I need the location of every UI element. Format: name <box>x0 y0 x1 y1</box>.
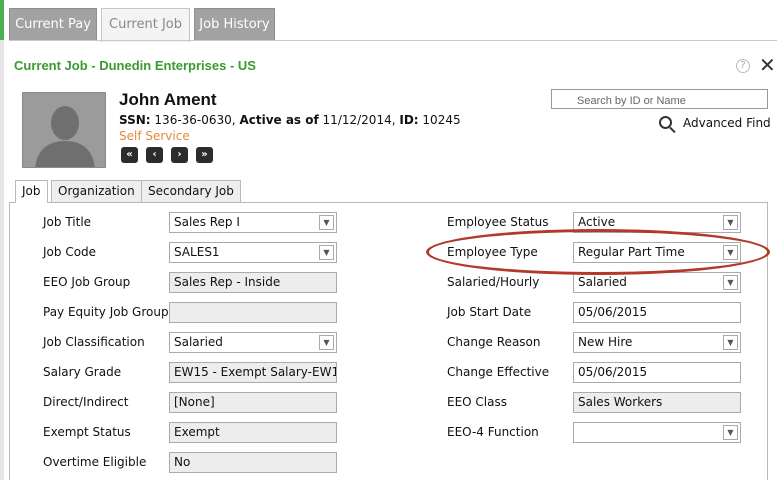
direct-indirect-field: [None] <box>169 392 337 413</box>
tab-organization[interactable]: Organization <box>51 180 142 202</box>
salary-grade-label: Salary Grade <box>43 365 122 379</box>
exempt-status-field: Exempt <box>169 422 337 443</box>
chevron-down-icon: ▼ <box>723 425 738 440</box>
left-edge-accent <box>0 0 4 40</box>
employee-type-label: Employee Type <box>447 245 538 259</box>
employee-type-value: Regular Part Time <box>578 245 685 259</box>
job-title-value: Sales Rep I <box>174 215 240 229</box>
active-date: 11/12/2014, <box>322 113 396 127</box>
ssn-label: SSN: <box>119 113 151 127</box>
overtime-eligible-field: No <box>169 452 337 473</box>
job-code-select[interactable]: SALES1 ▼ <box>169 242 337 263</box>
eeo-job-group-field: Sales Rep - Inside <box>169 272 337 293</box>
eeo-4-function-select[interactable]: ▼ <box>573 422 741 443</box>
employee-type-select[interactable]: Regular Part Time ▼ <box>573 242 741 263</box>
id-value: 10245 <box>422 113 461 127</box>
tab-current-job[interactable]: Current Job <box>101 8 190 42</box>
self-service-link[interactable]: Self Service <box>119 129 190 143</box>
tab-job-history[interactable]: Job History <box>194 8 275 40</box>
search-icon <box>659 116 672 129</box>
job-title-select[interactable]: Sales Rep I ▼ <box>169 212 337 233</box>
employee-meta: SSN: 136-36-0630, Active as of 11/12/201… <box>119 113 461 127</box>
avatar <box>22 92 106 168</box>
job-classification-select[interactable]: Salaried ▼ <box>169 332 337 353</box>
help-icon[interactable]: ? <box>736 59 750 73</box>
search-input[interactable] <box>551 89 768 109</box>
change-reason-value: New Hire <box>578 335 633 349</box>
page-title: Current Job - Dunedin Enterprises - US <box>14 58 256 73</box>
chevron-down-icon: ▼ <box>723 275 738 290</box>
change-effective-label: Change Effective <box>447 365 550 379</box>
employee-name: John Ament <box>119 90 217 109</box>
active-label: Active as of <box>239 113 319 127</box>
exempt-status-label: Exempt Status <box>43 425 131 439</box>
direct-indirect-label: Direct/Indirect <box>43 395 129 409</box>
salaried-hourly-label: Salaried/Hourly <box>447 275 540 289</box>
tab-bar-divider <box>9 40 777 41</box>
left-edge-bar <box>0 0 4 480</box>
avatar-silhouette-icon <box>23 93 105 167</box>
job-start-date-input[interactable]: 05/06/2015 <box>573 302 741 323</box>
job-title-label: Job Title <box>43 215 92 229</box>
change-reason-select[interactable]: New Hire ▼ <box>573 332 741 353</box>
job-start-date-label: Job Start Date <box>447 305 532 319</box>
chevron-down-icon: ▼ <box>319 245 334 260</box>
employee-status-label: Employee Status <box>447 215 549 229</box>
chevron-down-icon: ▼ <box>723 245 738 260</box>
last-icon[interactable]: » <box>196 147 213 163</box>
eeo-class-field: Sales Workers <box>573 392 741 413</box>
close-icon[interactable]: ✕ <box>759 54 776 76</box>
chevron-down-icon: ▼ <box>723 335 738 350</box>
advanced-find-label: Advanced Find <box>683 116 771 130</box>
chevron-down-icon: ▼ <box>723 215 738 230</box>
ssn-value: 136-36-0630, <box>154 113 236 127</box>
next-icon[interactable]: › <box>171 147 188 163</box>
eeo-class-label: EEO Class <box>447 395 507 409</box>
pay-equity-job-group-field <box>169 302 337 323</box>
eeo-job-group-label: EEO Job Group <box>43 275 131 289</box>
job-classification-label: Job Classification <box>43 335 145 349</box>
employee-status-value: Active <box>578 215 616 229</box>
change-reason-label: Change Reason <box>447 335 541 349</box>
tab-secondary-job[interactable]: Secondary Job <box>141 180 241 202</box>
id-label: ID: <box>399 113 419 127</box>
salaried-hourly-select[interactable]: Salaried ▼ <box>573 272 741 293</box>
previous-icon[interactable]: ‹ <box>146 147 163 163</box>
change-effective-input[interactable]: 05/06/2015 <box>573 362 741 383</box>
pay-equity-job-group-label: Pay Equity Job Group <box>43 305 169 319</box>
chevron-down-icon: ▼ <box>319 335 334 350</box>
salaried-hourly-value: Salaried <box>578 275 627 289</box>
job-code-label: Job Code <box>43 245 97 259</box>
chevron-down-icon: ▼ <box>319 215 334 230</box>
tab-current-pay[interactable]: Current Pay <box>9 8 97 40</box>
overtime-eligible-label: Overtime Eligible <box>43 455 147 469</box>
eeo-4-function-label: EEO-4 Function <box>447 425 539 439</box>
salary-grade-field: EW15 - Exempt Salary-EW1 <box>169 362 337 383</box>
job-classification-value: Salaried <box>174 335 223 349</box>
tab-job[interactable]: Job <box>15 180 48 203</box>
employee-status-select[interactable]: Active ▼ <box>573 212 741 233</box>
job-code-value: SALES1 <box>174 245 220 259</box>
first-icon[interactable]: « <box>121 147 138 163</box>
